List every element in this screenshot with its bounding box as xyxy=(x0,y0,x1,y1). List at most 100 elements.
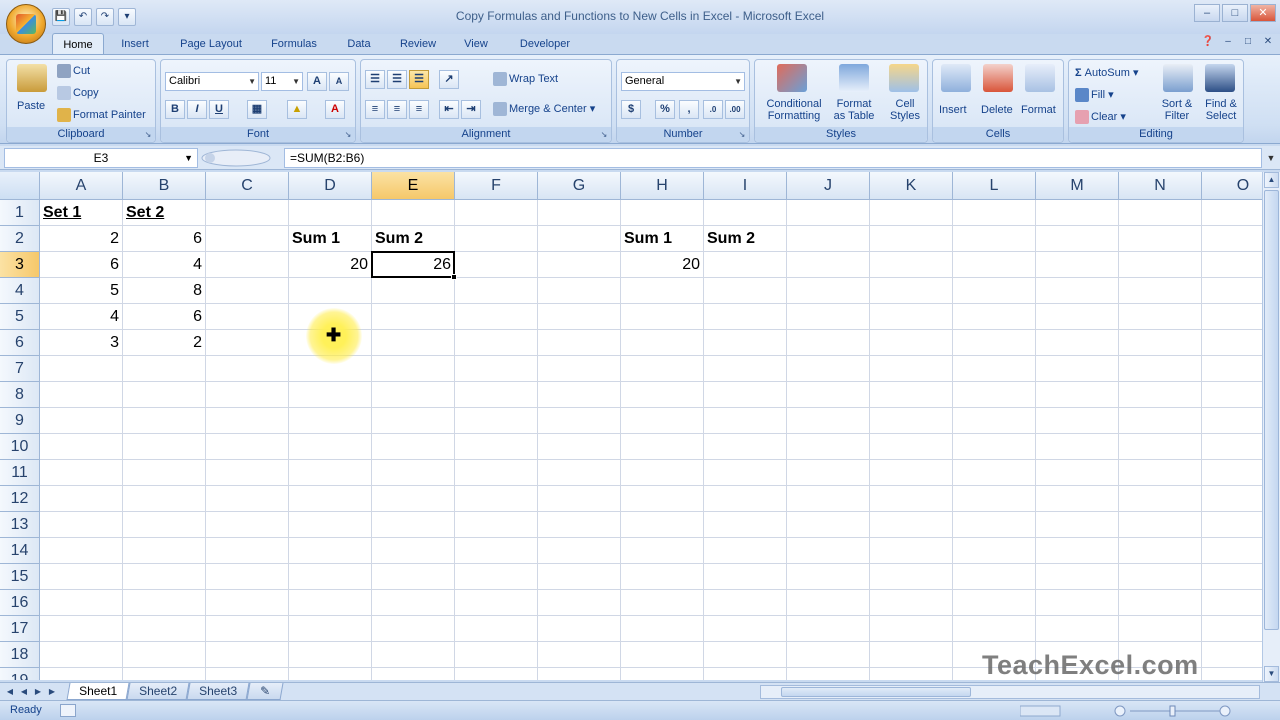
select-all-button[interactable] xyxy=(0,172,40,200)
column-header-h[interactable]: H xyxy=(621,172,704,200)
row-header-3[interactable]: 3 xyxy=(0,252,40,278)
autosum-button[interactable]: Σ AutoSum ▾ xyxy=(1075,66,1139,79)
comma-button[interactable]: , xyxy=(679,100,699,119)
percent-button[interactable]: % xyxy=(655,100,675,119)
bold-button[interactable]: B xyxy=(165,100,185,119)
tab-home[interactable]: Home xyxy=(52,33,104,55)
help-icon[interactable]: ❓ xyxy=(1200,36,1216,50)
cell-h3[interactable]: 20 xyxy=(621,252,703,278)
ribbon-minimize-icon[interactable]: – xyxy=(1220,36,1236,50)
worksheet-grid[interactable]: ABCDEFGHIJKLMNO 1 2 3 4 5 6 7 8 9 10 11 12 13 14 15 16 1… xyxy=(0,172,1262,680)
format-cells-button[interactable]: Format xyxy=(1021,104,1056,116)
fill-button[interactable]: Fill ▾ xyxy=(1075,88,1114,103)
cut-button[interactable]: Cut xyxy=(57,64,90,78)
horizontal-scrollbar[interactable] xyxy=(760,685,1260,699)
zoom-slider[interactable] xyxy=(1020,705,1250,717)
workbook-close-icon[interactable]: ✕ xyxy=(1260,36,1276,50)
align-bottom-button[interactable]: ☰ xyxy=(409,70,429,89)
font-size-combo[interactable]: 11 ▼ xyxy=(261,72,303,91)
fill-color-button[interactable]: ▲ xyxy=(287,100,307,119)
decrease-decimal-button[interactable]: .00 xyxy=(725,100,745,119)
row-header-14[interactable]: 14 xyxy=(0,538,40,564)
align-left-button[interactable]: ≡ xyxy=(365,100,385,119)
cell-a2[interactable]: 2 xyxy=(40,226,122,252)
column-header-m[interactable]: M xyxy=(1036,172,1119,200)
grow-font-button[interactable]: A xyxy=(307,72,327,91)
column-header-c[interactable]: C xyxy=(206,172,289,200)
column-header-i[interactable]: I xyxy=(704,172,787,200)
clear-button[interactable]: Clear ▾ xyxy=(1075,110,1126,125)
fill-handle[interactable] xyxy=(451,274,457,280)
merge-center-button[interactable]: Merge & Center ▾ xyxy=(493,102,595,117)
currency-button[interactable]: $ xyxy=(621,100,641,119)
column-header-n[interactable]: N xyxy=(1119,172,1202,200)
align-middle-button[interactable]: ☰ xyxy=(387,70,407,89)
conditional-formatting-button[interactable]: Conditional Formatting xyxy=(759,98,829,122)
align-center-button[interactable]: ≡ xyxy=(387,100,407,119)
font-launcher-icon[interactable]: ↘ xyxy=(343,130,353,140)
font-color-button[interactable]: A xyxy=(325,100,345,119)
format-painter-button[interactable]: Format Painter xyxy=(57,108,146,122)
sheet-tab-sheet2[interactable]: Sheet2 xyxy=(126,683,190,700)
row-header-7[interactable]: 7 xyxy=(0,356,40,382)
row-header-10[interactable]: 10 xyxy=(0,434,40,460)
column-header-o[interactable]: O xyxy=(1202,172,1262,200)
tab-developer[interactable]: Developer xyxy=(508,33,582,55)
cell-d3[interactable]: 20 xyxy=(289,252,371,278)
column-header-d[interactable]: D xyxy=(289,172,372,200)
increase-decimal-button[interactable]: .0 xyxy=(703,100,723,119)
cell-a4[interactable]: 5 xyxy=(40,278,122,304)
macro-recording-icon[interactable] xyxy=(60,704,76,717)
tab-view[interactable]: View xyxy=(454,33,498,55)
row-header-6[interactable]: 6 xyxy=(0,330,40,356)
row-header-18[interactable]: 18 xyxy=(0,642,40,668)
row-header-15[interactable]: 15 xyxy=(0,564,40,590)
insert-sheet-button[interactable]: ✎ xyxy=(246,683,284,700)
clipboard-launcher-icon[interactable]: ↘ xyxy=(143,130,153,140)
align-right-button[interactable]: ≡ xyxy=(409,100,429,119)
column-header-b[interactable]: B xyxy=(123,172,206,200)
column-header-k[interactable]: K xyxy=(870,172,953,200)
borders-button[interactable]: ▦ xyxy=(247,100,267,119)
scroll-down-icon[interactable]: ▼ xyxy=(1264,666,1279,682)
cell-b4[interactable]: 8 xyxy=(123,278,205,304)
row-header-17[interactable]: 17 xyxy=(0,616,40,642)
tab-page-layout[interactable]: Page Layout xyxy=(170,33,252,55)
number-launcher-icon[interactable]: ↘ xyxy=(737,130,747,140)
cell-h2[interactable]: Sum 1 xyxy=(621,226,703,252)
decrease-indent-button[interactable]: ⇤ xyxy=(439,100,459,119)
maximize-button[interactable]: □ xyxy=(1222,4,1248,22)
first-sheet-icon[interactable]: ◀ xyxy=(4,685,16,698)
cell-b2[interactable]: 6 xyxy=(123,226,205,252)
prev-sheet-icon[interactable]: ◀ xyxy=(18,685,30,698)
vertical-scrollbar[interactable]: ▲ ▼ xyxy=(1262,172,1280,682)
increase-indent-button[interactable]: ⇥ xyxy=(461,100,481,119)
expand-formula-bar-icon[interactable]: ▼ xyxy=(1264,148,1278,168)
row-header-16[interactable]: 16 xyxy=(0,590,40,616)
close-button[interactable]: ✕ xyxy=(1250,4,1276,22)
cell-a1[interactable]: Set 1 xyxy=(40,200,122,226)
tab-review[interactable]: Review xyxy=(392,33,444,55)
column-header-j[interactable]: J xyxy=(787,172,870,200)
font-name-combo[interactable]: Calibri ▼ xyxy=(165,72,259,91)
cell-a6[interactable]: 3 xyxy=(40,330,122,356)
tab-data[interactable]: Data xyxy=(336,33,382,55)
column-header-a[interactable]: A xyxy=(40,172,123,200)
format-as-table-button[interactable]: Format as Table xyxy=(827,98,881,122)
row-header-8[interactable]: 8 xyxy=(0,382,40,408)
shrink-font-button[interactable]: A xyxy=(329,72,349,91)
row-header-5[interactable]: 5 xyxy=(0,304,40,330)
column-header-e[interactable]: E xyxy=(372,172,455,200)
insert-cells-button[interactable]: Insert xyxy=(939,104,967,116)
formula-input[interactable]: =SUM(B2:B6) xyxy=(284,148,1262,168)
next-sheet-icon[interactable]: ▶ xyxy=(32,685,44,698)
tab-insert[interactable]: Insert xyxy=(110,33,160,55)
cell-styles-button[interactable]: Cell Styles xyxy=(883,98,927,122)
last-sheet-icon[interactable]: ▶ xyxy=(46,685,58,698)
align-top-button[interactable]: ☰ xyxy=(365,70,385,89)
minimize-button[interactable]: – xyxy=(1194,4,1220,22)
delete-cells-button[interactable]: Delete xyxy=(981,104,1013,116)
number-format-combo[interactable]: General ▼ xyxy=(621,72,745,91)
row-header-4[interactable]: 4 xyxy=(0,278,40,304)
vertical-scroll-thumb[interactable] xyxy=(1264,190,1279,630)
